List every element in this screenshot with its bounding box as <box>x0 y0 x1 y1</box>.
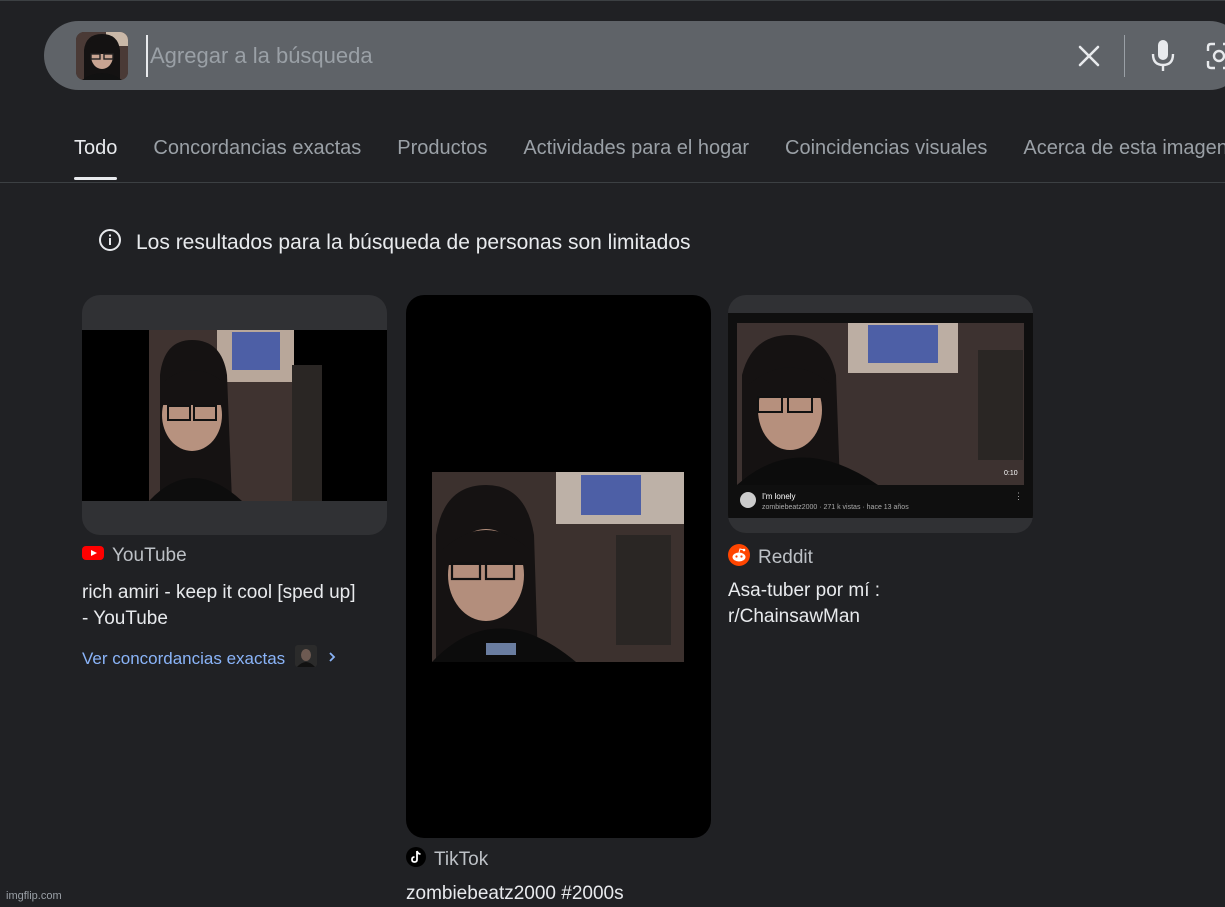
chevron-right-icon <box>327 649 337 669</box>
result-source-youtube[interactable]: YouTube <box>82 545 187 567</box>
search-bar-divider <box>1124 35 1125 77</box>
tab-todo[interactable]: Todo <box>74 132 118 181</box>
results-tabs: Todo Concordancias exactas Productos Act… <box>74 132 1225 182</box>
exact-match-thumbnail <box>295 645 318 672</box>
source-label: Reddit <box>758 547 813 568</box>
result-title-reddit[interactable]: Asa-tuber por mí : r/ChainsawMan <box>728 578 1038 630</box>
query-image-thumbnail[interactable] <box>76 32 128 80</box>
tab-actividades-hogar[interactable]: Actividades para el hogar <box>523 132 749 181</box>
close-icon[interactable] <box>1074 41 1104 71</box>
microphone-icon[interactable] <box>1148 38 1178 74</box>
tiktok-icon <box>406 847 426 873</box>
tab-concordancias-exactas[interactable]: Concordancias exactas <box>153 132 361 181</box>
tab-coincidencias-visuales[interactable]: Coincidencias visuales <box>785 132 987 181</box>
search-input[interactable] <box>146 35 1032 77</box>
reddit-icon <box>728 544 750 572</box>
video-duration: 0:10 <box>1004 470 1018 477</box>
result-title-tiktok[interactable]: zombiebeatz2000 #2000s <box>406 881 716 907</box>
result-title-line: rich amiri - keep it cool [sped up] <box>82 582 356 603</box>
result-title-line: - YouTube <box>82 608 168 629</box>
more-vert-icon: ⋮ <box>1014 491 1023 501</box>
result-thumbnail-tiktok[interactable] <box>406 295 711 838</box>
tab-acerca-de-imagen[interactable]: Acerca de esta imagen <box>1023 132 1225 181</box>
result-source-reddit[interactable]: Reddit <box>728 544 813 572</box>
top-divider <box>0 0 1225 1</box>
source-label: TikTok <box>434 849 489 870</box>
info-icon <box>98 228 122 257</box>
exact-matches-label: Ver concordancias exactas <box>82 648 286 668</box>
result-title-line: zombiebeatz2000 #2000s <box>406 883 624 904</box>
exact-matches-link[interactable]: Ver concordancias exactas <box>82 645 337 672</box>
imgflip-watermark: imgflip.com <box>6 890 62 902</box>
source-label: YouTube <box>112 545 187 566</box>
notice-text: Los resultados para la búsqueda de perso… <box>136 230 691 254</box>
result-title-line: Asa-tuber por mí : <box>728 580 881 601</box>
limited-results-notice: Los resultados para la búsqueda de perso… <box>98 228 691 257</box>
camera-lens-icon[interactable] <box>1204 39 1225 73</box>
tab-productos[interactable]: Productos <box>397 132 487 181</box>
youtube-icon <box>82 545 104 567</box>
video-meta: zombiebeatz2000 · 271 k vistas · hace 13… <box>762 504 909 511</box>
tabs-divider <box>0 182 1225 183</box>
result-thumbnail-youtube[interactable] <box>82 295 387 535</box>
result-thumbnail-reddit[interactable]: 0:10 I'm lonely zombiebeatz2000 · 271 k … <box>728 295 1033 533</box>
search-bar[interactable] <box>44 21 1225 90</box>
result-title-line: r/ChainsawMan <box>728 606 860 627</box>
result-source-tiktok[interactable]: TikTok <box>406 847 488 873</box>
video-title: I'm lonely <box>762 492 796 501</box>
result-title-youtube[interactable]: rich amiri - keep it cool [sped up] - Yo… <box>82 580 392 632</box>
